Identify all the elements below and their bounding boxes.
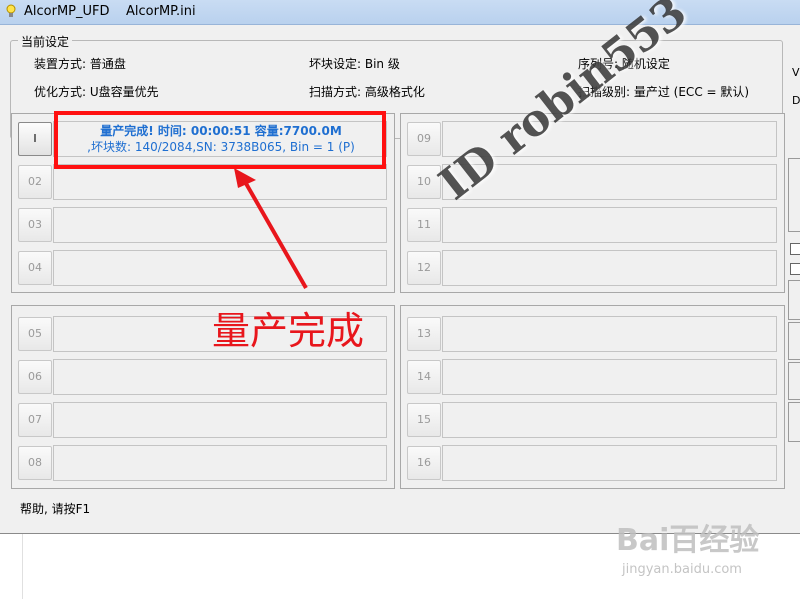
annotation-label: 量产完成 [212, 309, 365, 353]
baidu-url: jingyan.baidu.com [622, 562, 742, 577]
annotation-arrow [234, 168, 308, 289]
baidu-logo: Bai百经验 [616, 523, 760, 558]
